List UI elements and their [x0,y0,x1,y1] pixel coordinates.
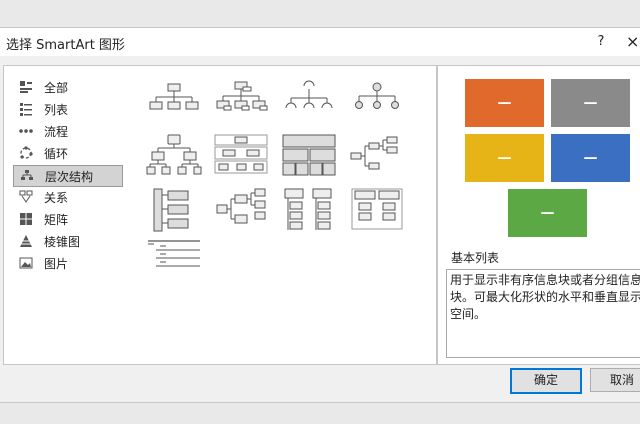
preview-pane: — — — — — 基本列表 用于显示非有序信息块或者分组信息块。可最大化形状的… [437,65,640,365]
category-process[interactable]: 流程 [13,121,121,141]
help-button[interactable]: ? [590,32,612,52]
layout-lined-list[interactable] [349,186,405,236]
layout-labeled-hierarchy[interactable] [213,132,269,182]
category-label: 流程 [44,125,69,139]
title-bar: 选择 SmartArt 图形 ? × [0,28,640,56]
preview-shape-orange: — [465,79,544,127]
layout-circle-picture-hierarchy[interactable] [349,78,405,128]
preview-shape-gray: — [551,79,630,127]
preview-shape-yellow: — [465,134,544,182]
category-label: 关系 [44,191,69,205]
category-label: 循环 [44,147,69,161]
layout-horizontal-hierarchy[interactable] [146,186,202,236]
category-list-type[interactable]: 列表 [13,99,121,119]
layout-name-title-org-chart[interactable] [213,78,269,128]
layout-org-chart[interactable] [146,78,202,128]
category-pyramid[interactable]: 棱锥图 [13,231,121,251]
pyramid-icon [20,235,32,247]
close-button[interactable]: × [626,32,640,52]
preview-shape-blue: — [551,134,630,182]
preview-shape-green: — [508,189,587,237]
category-label: 层次结构 [45,170,94,184]
preview-graphic: — — — — — [456,76,640,246]
category-hierarchy[interactable]: 层次结构 [13,165,123,187]
category-relationship[interactable]: 关系 [13,187,121,207]
layout-horizontal-multi-level-hierarchy[interactable] [213,186,269,236]
ok-button[interactable]: 确定 [510,368,582,394]
layout-indented-list[interactable] [146,238,202,288]
layout-hierarchy-list[interactable] [281,186,337,236]
preview-layout-name: 基本列表 [451,251,500,265]
category-label: 棱锥图 [44,235,81,249]
list-icon [20,103,32,116]
matrix-icon [20,213,32,225]
picture-icon [19,257,33,269]
category-matrix[interactable]: 矩阵 [13,209,121,229]
cancel-button[interactable]: 取消 [590,368,640,392]
preview-description: 用于显示非有序信息块或者分组信息块。可最大化形状的水平和垂直显示空间。 [446,269,640,358]
all-icon [20,81,32,93]
category-all[interactable]: 全部 [13,77,121,97]
category-picture[interactable]: 图片 [13,253,121,273]
layout-hierarchy[interactable] [146,132,202,182]
dialog-title: 选择 SmartArt 图形 [6,38,125,53]
relationship-icon [19,190,33,203]
layout-half-circle-org-chart[interactable] [281,78,337,128]
category-label: 全部 [44,81,69,95]
category-label: 矩阵 [44,213,69,227]
layout-table-hierarchy[interactable] [281,132,337,182]
hierarchy-icon [21,170,33,180]
cycle-icon [20,146,33,159]
category-label: 列表 [44,103,69,117]
category-cycle[interactable]: 循环 [13,143,121,163]
layout-horizontal-org-chart[interactable] [349,132,405,182]
category-list: 全部 列表 流程 循环 层次结构 关系 矩阵 棱锥图 图片 [3,65,132,365]
layout-gallery [131,65,437,365]
category-label: 图片 [44,257,69,271]
process-icon [19,129,33,133]
